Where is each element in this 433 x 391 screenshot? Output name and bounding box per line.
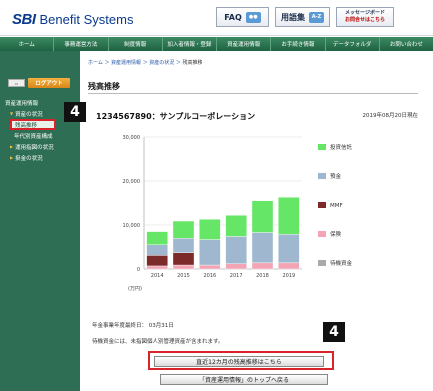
x-tick-label: 2019 xyxy=(282,273,295,279)
glossary-label: 用語集 xyxy=(281,12,305,22)
logo-text: Benefit Systems xyxy=(39,11,134,27)
breadcrumb: ホーム ＞ 資産運用情報 ＞ 資産の状況 ＞ 残高推移 xyxy=(88,59,202,66)
sidebar-item-label: 資産の状況 xyxy=(15,111,43,118)
message-board-line1: メッセージボード xyxy=(345,10,385,16)
y-tick-label: 10,000 xyxy=(123,223,141,229)
triangle-down-icon: ▼ xyxy=(10,111,14,116)
x-tick-label: 2015 xyxy=(177,273,190,279)
sidebar-item-label: 運用指図の状況 xyxy=(15,144,54,151)
message-board-button[interactable]: メッセージボード お問合せはこちら xyxy=(336,7,394,27)
bar-segment-投資信託 xyxy=(251,200,274,233)
sidebar-item-instructions[interactable]: ▶ 運用指図の状況 xyxy=(0,141,80,152)
legend-label: 投資信託 xyxy=(330,143,353,151)
faq-chat-icon: ●● xyxy=(245,11,261,23)
legend-swatch xyxy=(318,260,326,266)
sbi-logo[interactable]: SBI Benefit Systems xyxy=(12,9,133,29)
y-tick-label: 20,000 xyxy=(123,179,141,185)
glossary-button[interactable]: 用語集 A-Z xyxy=(275,7,330,27)
unit-label: (万円) xyxy=(128,286,142,292)
standby-funds-note: 待機資金には、未指図個人別管理資産が含まれます。 xyxy=(92,339,224,345)
y-tick-label: 30,000 xyxy=(123,135,141,141)
nav-item-operations[interactable]: 事務運営方法 xyxy=(54,37,109,51)
balance-chart: 0 10,000 20,000 30,000 2014 2015 2016 2017 2018 2… xyxy=(80,123,433,293)
user-card-icon: ▭ xyxy=(8,79,25,87)
x-tick-label: 2014 xyxy=(151,273,164,279)
recent-12-months-button[interactable]: 直近12カ月の残高推移はこちら xyxy=(154,356,324,367)
bar-segment-預金 xyxy=(278,234,300,264)
bar-segment-投資信託 xyxy=(199,219,221,240)
global-nav: ホーム 事務運営方法 制度情報 加入者情報・登録 資産運用情報 お手続き情報 デ… xyxy=(0,37,433,51)
nav-item-asset-info[interactable]: 資産運用情報 xyxy=(217,37,272,51)
logout-row: ▭ ログアウト xyxy=(8,78,70,88)
legend-label: 保険 xyxy=(330,230,342,238)
nav-item-contact[interactable]: お問い合わせ xyxy=(380,37,433,51)
y-tick-label: 0 xyxy=(137,267,140,273)
breadcrumb-asset-status[interactable]: 資産の状況 xyxy=(149,60,174,66)
bar-segment-預金 xyxy=(146,244,168,256)
bar-segment-預金 xyxy=(225,236,247,264)
sidebar-item-contributions[interactable]: ▶ 掛金の状況 xyxy=(0,152,80,163)
nav-item-member-info[interactable]: 加入者情報・登録 xyxy=(163,37,217,51)
legend-swatch xyxy=(318,231,326,237)
nav-item-procedures[interactable]: お手続き情報 xyxy=(271,37,326,51)
triangle-right-icon: ▶ xyxy=(10,155,14,160)
nav-item-system-info[interactable]: 制度情報 xyxy=(109,37,163,51)
message-board-line2: お問合せはこちら xyxy=(344,17,385,23)
breadcrumb-home[interactable]: ホーム xyxy=(88,60,103,66)
x-tick-label: 2017 xyxy=(230,273,243,279)
bar-segment-保険 xyxy=(172,264,195,270)
legend-swatch xyxy=(318,144,326,150)
legend-label: 待機資金 xyxy=(330,259,353,267)
bar-segment-預金 xyxy=(199,239,221,266)
back-to-asset-info-button[interactable]: 「資産運用情報」のトップへ戻る xyxy=(160,374,328,385)
step-badge-button: 4 xyxy=(323,322,345,342)
logo-sbi: SBI xyxy=(12,10,36,28)
glossary-az-icon: A-Z xyxy=(309,11,324,23)
logout-button[interactable]: ログアウト xyxy=(28,78,70,88)
bar-segment-MMF xyxy=(172,252,195,266)
bar-segment-保険 xyxy=(251,262,274,270)
legend-swatch xyxy=(318,173,326,179)
faq-button[interactable]: FAQ ●● xyxy=(216,7,269,27)
triangle-right-icon: ▶ xyxy=(10,144,14,149)
legend-label: 預金 xyxy=(330,172,342,180)
nav-item-data-folder[interactable]: データフォルダ xyxy=(326,37,380,51)
breadcrumb-asset-info[interactable]: 資産運用情報 xyxy=(111,60,141,66)
title-divider xyxy=(88,93,418,94)
breadcrumb-current: 残高推移 xyxy=(182,60,203,66)
as-of-date: 2019年08月20日現在 xyxy=(362,113,419,119)
bar-segment-MMF xyxy=(146,255,168,267)
sidebar-item-label: 掛金の状況 xyxy=(15,155,43,162)
bar-segment-保険 xyxy=(278,262,300,270)
header: SBI Benefit Systems FAQ ●● 用語集 A-Z メッセージ… xyxy=(0,0,433,36)
bar-segment-預金 xyxy=(251,232,274,264)
sidebar-item-label: 資産運用情報 xyxy=(5,100,39,107)
fiscal-year-note: 年金事業年度最終日： 03月31日 xyxy=(92,323,174,329)
bar-segment-投資信託 xyxy=(225,215,247,237)
x-tick-label: 2016 xyxy=(203,273,216,279)
bar-segment-保険 xyxy=(199,264,221,270)
sidebar-item-label: 残高推移 xyxy=(15,122,38,129)
sidebar-item-balance-trend[interactable]: 残高推移 xyxy=(10,119,56,130)
bar-segment-預金 xyxy=(172,237,195,253)
bar-segment-投資信託 xyxy=(172,220,195,239)
bar-segment-投資信託 xyxy=(278,197,300,235)
company-name: 1234567890：サンプルコーポレーション xyxy=(96,112,256,121)
balance-chart-svg: 0 10,000 20,000 30,000 2014 2015 2016 2017 2018 2… xyxy=(123,135,353,292)
sidebar-item-age-composition[interactable]: 年代別資産構成 xyxy=(0,130,80,141)
main-content: ホーム ＞ 資産運用情報 ＞ 資産の状況 ＞ 残高推移 残高推移 1234567… xyxy=(80,51,433,391)
faq-label: FAQ xyxy=(224,12,242,22)
legend-label: MMF xyxy=(330,203,343,209)
step-badge-sidebar: 4 xyxy=(64,102,86,122)
page-title: 残高推移 xyxy=(88,82,120,91)
sidebar-item-label: 年代別資産構成 xyxy=(14,133,53,140)
bar-segment-保険 xyxy=(146,265,168,270)
legend-swatch xyxy=(318,202,326,208)
bar-segment-投資信託 xyxy=(146,231,168,245)
nav-item-home[interactable]: ホーム xyxy=(0,37,55,51)
x-tick-label: 2018 xyxy=(256,273,269,279)
bar-segment-保険 xyxy=(225,263,247,270)
